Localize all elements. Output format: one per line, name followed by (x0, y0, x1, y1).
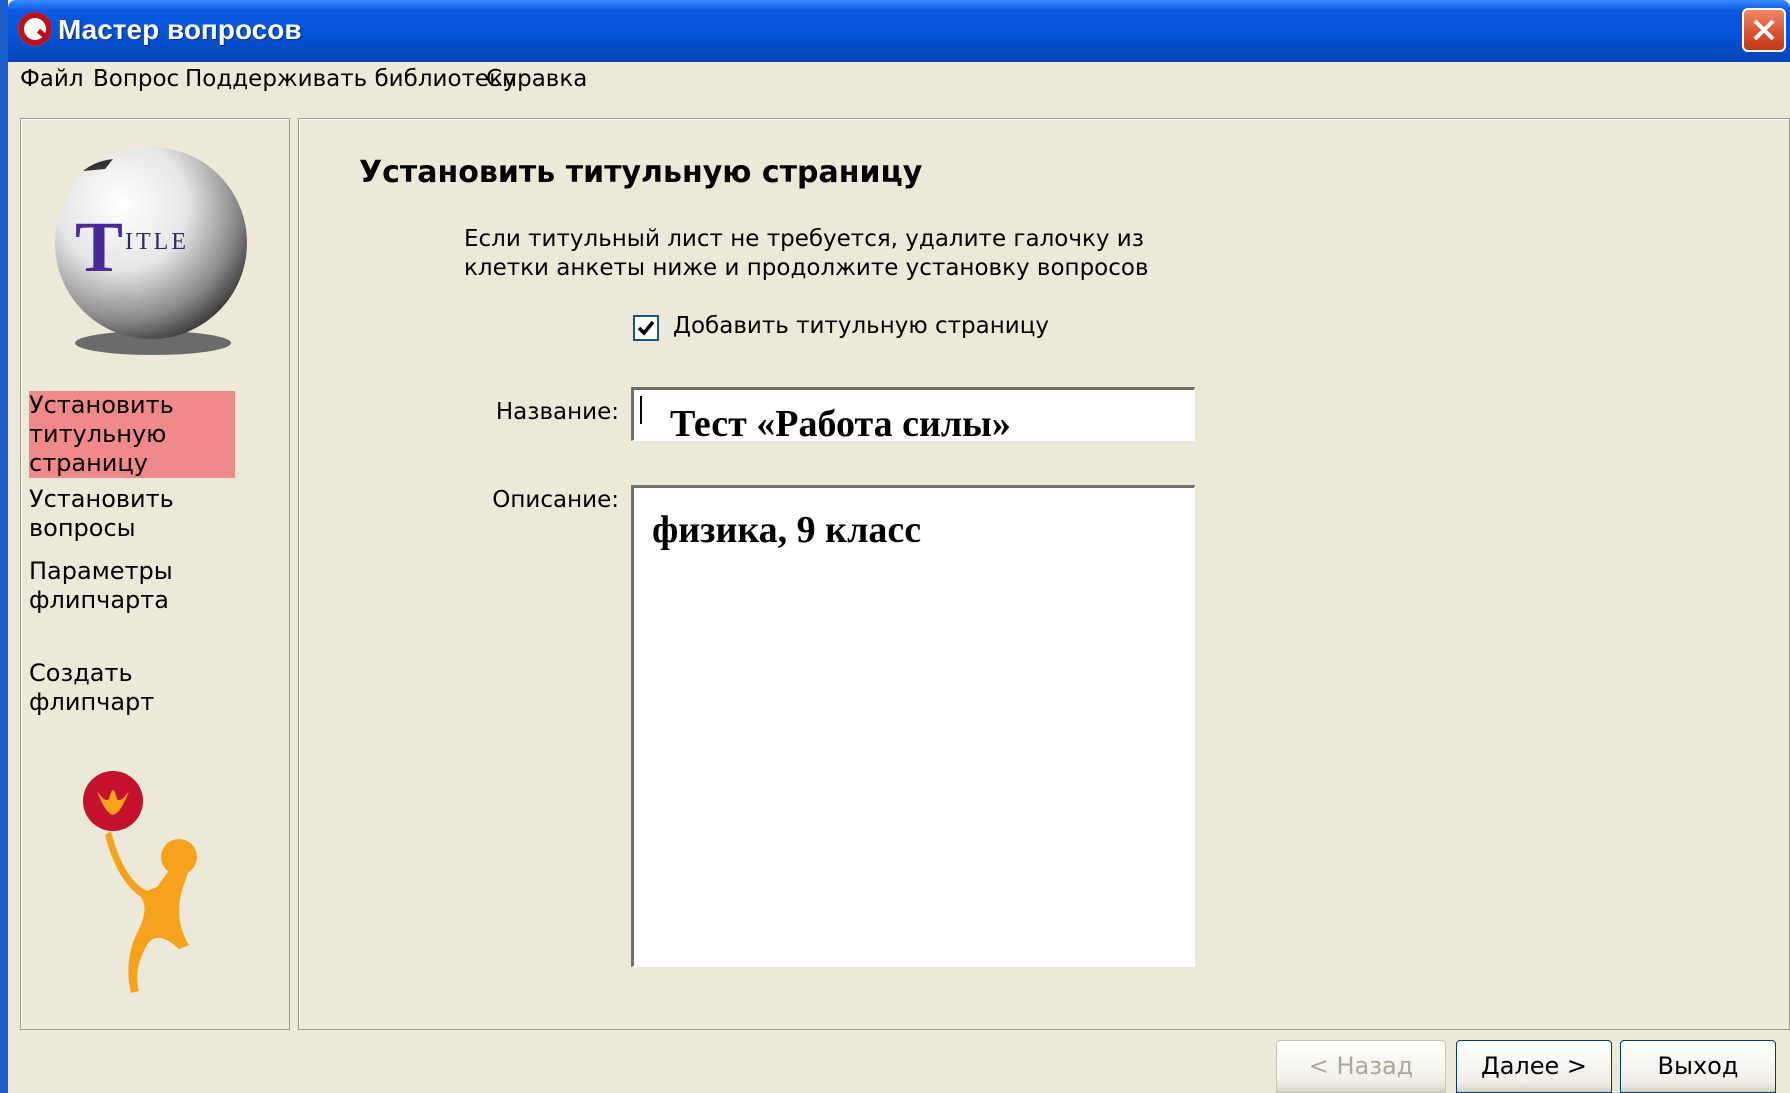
svg-text:ITLE: ITLE (125, 229, 189, 255)
menu-question[interactable]: Вопрос (93, 66, 179, 92)
main-panel: Установить титульную страницу Если титул… (298, 118, 1790, 1030)
exit-button[interactable]: Выход (1620, 1040, 1776, 1093)
add-title-page-checkbox[interactable] (633, 315, 659, 341)
next-button[interactable]: Далее > (1456, 1040, 1612, 1093)
steps-panel: T ITLE Установить титульную страницу Уст… (20, 118, 290, 1030)
instruction-text: Если титульный лист не требуется, удалит… (464, 226, 1149, 281)
back-button[interactable]: < Назад (1276, 1040, 1446, 1093)
step-title-page[interactable]: Установить титульную страницу (29, 391, 235, 478)
title-globe-icon: T ITLE (55, 147, 247, 355)
description-textarea[interactable]: физика, 9 класс (631, 485, 1195, 967)
add-title-page-label[interactable]: Добавить титульную страницу (673, 313, 1049, 339)
name-value: Тест «Работа силы» (670, 403, 1011, 445)
description-value: физика, 9 класс (652, 509, 922, 551)
step-questions[interactable]: Установить вопросы (29, 485, 235, 543)
close-button[interactable] (1742, 8, 1786, 52)
juggler-icon (83, 771, 197, 993)
menu-file[interactable]: Файл (20, 66, 84, 92)
step-create-flipchart[interactable]: Создать флипчарт (29, 659, 235, 717)
wizard-window: Мастер вопросов Файл Вопрос Поддерживать… (8, 0, 1790, 1093)
titlebar[interactable]: Мастер вопросов (8, 0, 1790, 62)
logo-letter: T (75, 207, 123, 287)
text-caret (640, 396, 642, 424)
menu-library[interactable]: Поддерживать библиотеку (185, 66, 517, 92)
name-input[interactable]: Тест «Работа силы» (631, 387, 1195, 445)
description-label: Описание: (492, 487, 619, 513)
page-heading: Установить титульную страницу (359, 155, 923, 190)
window-title: Мастер вопросов (58, 14, 302, 45)
app-icon (18, 12, 52, 46)
checkmark-icon (637, 320, 655, 336)
close-icon (1753, 19, 1775, 41)
menu-bar: Файл Вопрос Поддерживать библиотеку Спра… (8, 62, 1790, 100)
step-flipchart-params[interactable]: Параметры флипчарта (29, 557, 235, 615)
menu-help[interactable]: Справка (486, 66, 587, 92)
name-label: Название: (495, 399, 619, 425)
